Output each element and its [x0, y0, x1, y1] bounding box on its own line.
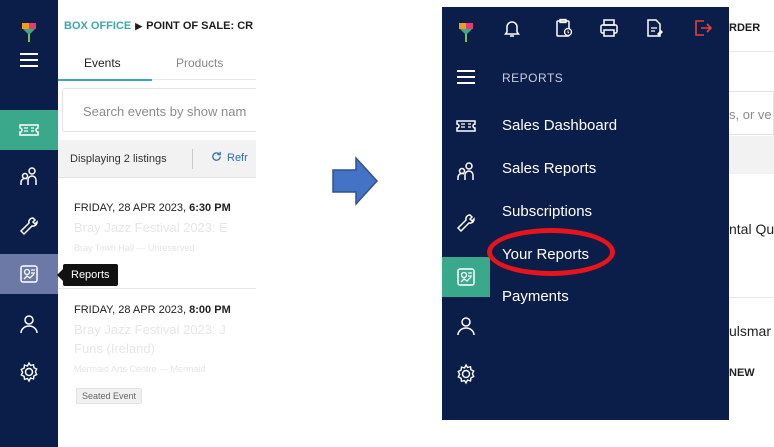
- people-icon[interactable]: [442, 151, 490, 191]
- wrench-icon[interactable]: [442, 203, 490, 243]
- breadcrumb-separator: ▶: [135, 21, 143, 31]
- tab-bar: Events Products: [58, 46, 256, 81]
- main-content: BOX OFFICE ▶ POINT OF SALE: CR Events Prod…: [58, 0, 256, 447]
- right-screenshot: REPORTS Sales Dashboard Sales Reports Su…: [442, 7, 774, 420]
- event-date: FRIDAY, 28 APR 2023, 8:00 PM: [74, 304, 231, 316]
- menu-item-sales-dashboard[interactable]: Sales Dashboard: [502, 117, 617, 134]
- event-title-fragment: ulsmar: [729, 323, 772, 339]
- bell-icon[interactable]: [502, 18, 522, 38]
- search-placeholder-fragment: s, or ve: [729, 107, 772, 122]
- reports-icon[interactable]: [442, 257, 490, 297]
- clipboard-icon[interactable]: [554, 18, 574, 38]
- event-card[interactable]: FRIDAY, 28 APR 2023, 8:00 PM Bray Jazz F…: [74, 304, 231, 374]
- tab-events[interactable]: Events: [84, 56, 121, 70]
- breadcrumb-box-office[interactable]: BOX OFFICE: [64, 20, 131, 32]
- menu-icon[interactable]: [442, 57, 490, 97]
- breadcrumb-fragment: RDER: [729, 22, 761, 34]
- arrow-right-icon: [332, 156, 378, 206]
- event-title-line2: Funs (Ireland): [74, 341, 155, 356]
- new-badge-fragment: NEW: [729, 367, 755, 379]
- sidebar: [442, 7, 490, 420]
- menu-header: REPORTS: [502, 71, 564, 85]
- divider: [192, 149, 193, 169]
- refresh-label: Refr: [227, 152, 248, 164]
- ticket-icon[interactable]: [442, 106, 490, 146]
- printer-icon[interactable]: [599, 18, 619, 38]
- event-title: Bray Jazz Festival 2023: E: [74, 220, 228, 235]
- event-date-text: FRIDAY, 28 APR 2023,: [74, 304, 190, 316]
- listing-bar: Displaying 2 listings Refr: [58, 140, 256, 178]
- highlight-circle: [487, 228, 615, 276]
- divider: [729, 51, 774, 52]
- listing-count: Displaying 2 listings: [70, 153, 167, 165]
- menu-item-sales-reports[interactable]: Sales Reports: [502, 160, 596, 177]
- listing-bar: [729, 136, 774, 174]
- people-icon[interactable]: [0, 156, 58, 196]
- divider: [729, 297, 774, 298]
- refresh-icon: [212, 151, 221, 161]
- event-date-text: FRIDAY, 28 APR 2023,: [74, 202, 190, 214]
- search-placeholder: Search events by show nam: [83, 104, 247, 119]
- logo-icon[interactable]: [457, 21, 475, 43]
- top-bar: [490, 7, 729, 51]
- tab-products[interactable]: Products: [176, 56, 223, 70]
- refresh-button[interactable]: Refr: [211, 151, 248, 164]
- ticket-icon[interactable]: [0, 110, 58, 150]
- event-title-fragment: ntal Qu: [729, 221, 774, 237]
- menu-item-payments[interactable]: Payments: [502, 288, 569, 305]
- event-title: Bray Jazz Festival 2023: J: [74, 322, 226, 337]
- event-card[interactable]: FRIDAY, 28 APR 2023, 6:30 PM Bray Jazz F…: [74, 202, 231, 253]
- seated-event-badge: Seated Event: [76, 388, 143, 404]
- divider: [58, 288, 256, 289]
- main-content-partial: RDER s, or ve ntal Qu ulsmar NEW: [729, 7, 774, 420]
- search-input[interactable]: Search events by show nam: [62, 88, 256, 132]
- wrench-icon[interactable]: [0, 206, 58, 246]
- event-date: FRIDAY, 28 APR 2023, 6:30 PM: [74, 202, 231, 214]
- logout-icon[interactable]: [693, 18, 713, 38]
- settings-icon[interactable]: [0, 352, 58, 392]
- breadcrumb: BOX OFFICE ▶ POINT OF SALE: CR: [64, 20, 253, 32]
- search-input[interactable]: s, or ve: [729, 91, 774, 135]
- breadcrumb-point-of-sale: POINT OF SALE: CR: [146, 20, 254, 32]
- active-tab-indicator: [58, 79, 152, 81]
- settings-icon[interactable]: [442, 354, 490, 394]
- reports-tooltip: Reports: [57, 264, 118, 286]
- menu-icon[interactable]: [0, 40, 58, 80]
- user-icon[interactable]: [442, 306, 490, 346]
- event-venue: Mermaid Arts Centre — Mermaid: [74, 364, 206, 374]
- menu-item-subscriptions[interactable]: Subscriptions: [502, 203, 592, 220]
- reports-icon[interactable]: [0, 254, 58, 294]
- event-time: 8:00 PM: [189, 304, 231, 316]
- sidebar: [0, 0, 58, 447]
- event-venue: Bray Town Hall — Unreserved: [74, 243, 195, 253]
- event-time: 6:30 PM: [189, 202, 231, 214]
- user-icon[interactable]: [0, 304, 58, 344]
- scan-icon[interactable]: [645, 18, 665, 38]
- left-screenshot: BOX OFFICE ▶ POINT OF SALE: CR Events Prod…: [0, 0, 256, 447]
